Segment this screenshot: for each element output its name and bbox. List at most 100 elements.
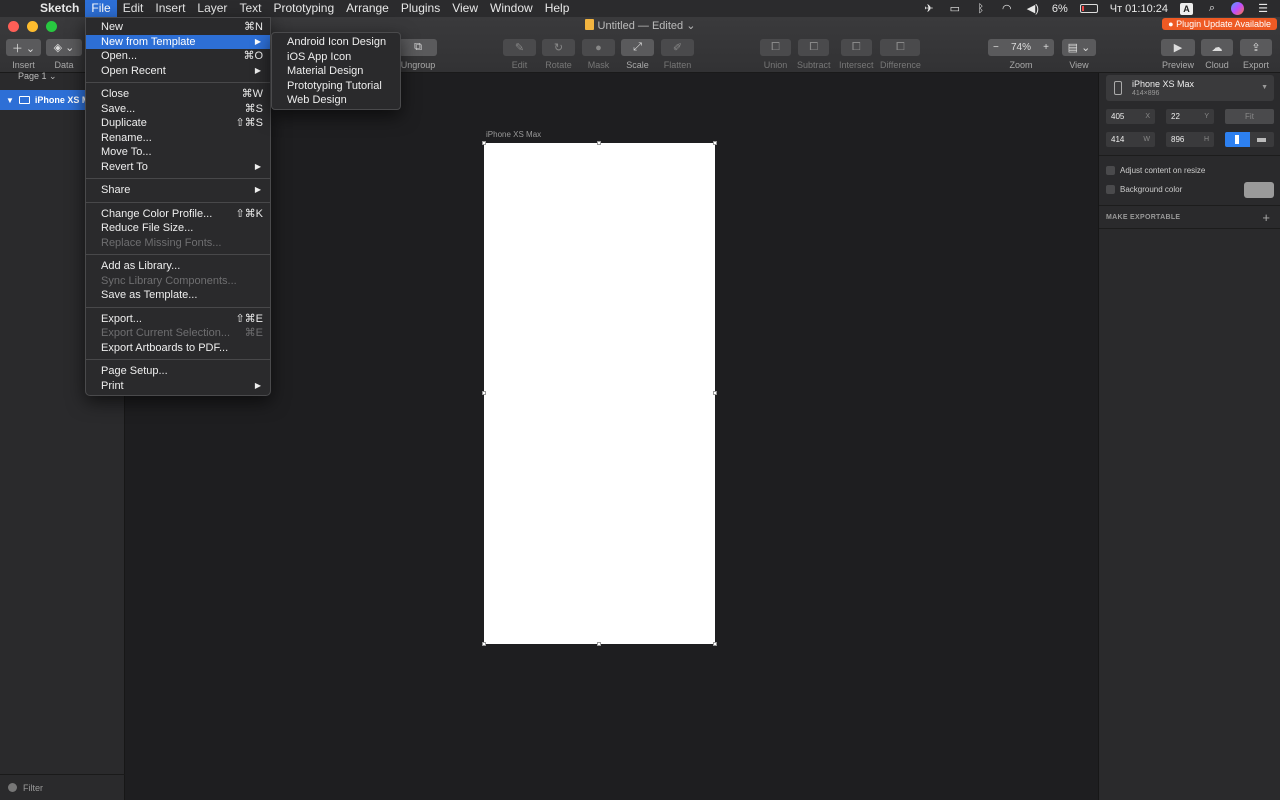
checkbox[interactable] [1106,166,1115,175]
artboard[interactable] [484,143,715,644]
notification-center-icon[interactable]: ☰ [1256,2,1270,15]
menu-item-new[interactable]: New ⌘N [86,20,270,35]
preview-tool[interactable]: ▶ Preview [1161,39,1195,70]
flatten-icon[interactable]: ✐ [661,39,694,56]
flatten-tool[interactable]: ✐ Flatten [661,39,694,70]
height-field[interactable]: 896 H [1166,132,1214,147]
resize-handle[interactable] [482,141,486,145]
menu-item-open[interactable]: Open... ⌘O [86,49,270,64]
union-tool[interactable]: ⧠ Union [760,39,791,70]
spotlight-icon[interactable]: ⌕ [1205,2,1219,15]
siri-icon[interactable] [1231,2,1244,15]
difference-icon[interactable]: ⧠ [880,39,921,56]
rotate-tool[interactable]: ↻ Rotate [542,39,575,70]
share-icon[interactable]: ⇪ [1240,39,1272,56]
volume-icon[interactable]: ◀) [1026,2,1040,15]
menu-prototyping[interactable]: Prototyping [267,0,340,17]
zoom-control[interactable]: − 74% + [988,39,1054,56]
data-icon[interactable]: ◈ ⌄ [46,39,82,56]
menu-item-move-to[interactable]: Move To... [86,145,270,160]
play-icon[interactable]: ▶ [1161,39,1195,56]
menu-item-save[interactable]: Save... ⌘S [86,102,270,117]
telegram-icon[interactable]: ✈ [922,2,936,15]
menu-arrange[interactable]: Arrange [340,0,395,17]
view-tool[interactable]: ▤ ⌄ View [1062,39,1096,70]
add-export-plus-icon[interactable]: + [1262,210,1270,225]
scale-tool[interactable]: ⤢ Scale [621,39,654,70]
edit-tool[interactable]: ✎ Edit [503,39,536,70]
union-icon[interactable]: ⧠ [760,39,791,56]
background-color-swatch[interactable] [1244,182,1274,198]
mask-icon[interactable]: ● [582,39,615,56]
menu-file[interactable]: File [85,0,117,17]
menu-item-reduce-file-size[interactable]: Reduce File Size... [86,221,270,236]
template-item-android-icon-design[interactable]: Android Icon Design [272,35,400,50]
adjust-content-checkbox[interactable]: Adjust content on resize [1106,166,1205,175]
menu-window[interactable]: Window [484,0,539,17]
menu-item-open-recent[interactable]: Open Recent ▶ [86,64,270,79]
page-selector[interactable]: Page 1 ⌄ [18,71,57,82]
menu-sketch[interactable]: Sketch [34,0,85,17]
view-icon[interactable]: ▤ ⌄ [1062,39,1096,56]
menu-item-page-setup[interactable]: Page Setup... [86,364,270,379]
x-field[interactable]: 405 X [1106,109,1155,124]
disclosure-triangle-icon[interactable]: ▼ [6,96,14,105]
template-item-ios-app-icon[interactable]: iOS App Icon [272,50,400,65]
menu-item-change-color-profile[interactable]: Change Color Profile... ⇧⌘K [86,207,270,222]
input-source[interactable]: A [1180,2,1193,15]
menu-item-rename[interactable]: Rename... [86,131,270,146]
cloud-tool[interactable]: ☁ Cloud [1201,39,1233,70]
battery-icon[interactable] [1079,4,1098,13]
template-item-web-design[interactable]: Web Design [272,93,400,108]
filter-bar[interactable]: Filter [0,774,125,800]
menu-view[interactable]: View [446,0,484,17]
template-item-material-design[interactable]: Material Design [272,64,400,79]
plus-icon[interactable]: ＋ ⌄ [6,39,41,56]
menu-insert[interactable]: Insert [149,0,191,17]
zoom-in-icon[interactable]: + [1043,42,1049,53]
subtract-tool[interactable]: ⧠ Subtract [797,39,831,70]
intersect-icon[interactable]: ⧠ [840,39,872,56]
intersect-tool[interactable]: ⧠ Intersect [839,39,874,70]
menu-item-save-as-template[interactable]: Save as Template... [86,288,270,303]
menu-plugins[interactable]: Plugins [395,0,446,17]
menu-item-new-from-template[interactable]: New from Template ▶ [86,34,270,49]
fit-button[interactable]: Fit [1225,109,1274,124]
menu-text[interactable]: Text [233,0,267,17]
portrait-icon[interactable] [1225,132,1250,147]
menu-item-revert-to[interactable]: Revert To ▶ [86,160,270,175]
ungroup-tool[interactable]: ⧉ Ungroup [399,39,437,70]
menu-item-export-artboards-to-pdf[interactable]: Export Artboards to PDF... [86,341,270,356]
resize-handle[interactable] [482,642,486,646]
filter-icon[interactable] [8,783,17,792]
width-field[interactable]: 414 W [1106,132,1155,147]
display-icon[interactable]: ▭ [948,2,962,15]
mask-tool[interactable]: ● Mask [582,39,615,70]
menu-item-share[interactable]: Share ▶ [86,183,270,198]
checkbox[interactable] [1106,185,1115,194]
plugin-update-badge[interactable]: ● Plugin Update Available [1162,18,1277,30]
cloud-icon[interactable]: ☁ [1201,39,1233,56]
resize-handle[interactable] [713,642,717,646]
insert-tool[interactable]: ＋ ⌄ Insert [6,39,41,70]
wifi-icon[interactable]: ◠ [1000,2,1014,15]
zoom-out-icon[interactable]: − [993,42,999,53]
edit-icon[interactable]: ✎ [503,39,536,56]
bluetooth-icon[interactable]: ᛒ [974,3,988,15]
menu-item-add-as-library[interactable]: Add as Library... [86,259,270,274]
export-tool[interactable]: ⇪ Export [1240,39,1272,70]
resize-handle[interactable] [713,391,717,395]
resize-handle[interactable] [597,141,601,145]
menu-layer[interactable]: Layer [191,0,233,17]
menu-item-export[interactable]: Export... ⇧⌘E [86,312,270,327]
landscape-icon[interactable] [1249,132,1274,147]
resize-handle[interactable] [482,391,486,395]
resize-handle[interactable] [713,141,717,145]
menu-item-print[interactable]: Print ▶ [86,379,270,394]
data-tool[interactable]: ◈ ⌄ Data [46,39,82,70]
background-color-checkbox[interactable]: Background color [1106,185,1182,194]
menu-item-close[interactable]: Close ⌘W [86,87,270,102]
artboard-label[interactable]: iPhone XS Max [486,130,541,139]
menu-help[interactable]: Help [539,0,576,17]
scale-icon[interactable]: ⤢ [621,39,654,56]
